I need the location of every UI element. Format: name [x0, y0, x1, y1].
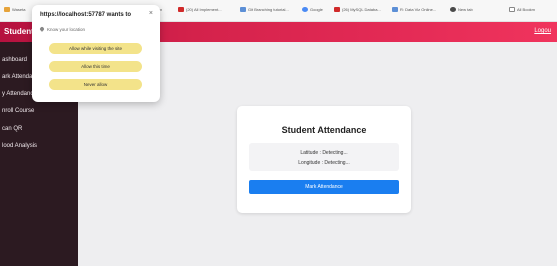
popup-title: https://localhost:57787 wants to [40, 12, 132, 18]
bookmark-icon [392, 7, 398, 12]
location-box: Latitude : Detecting... Longitude : Dete… [249, 143, 399, 171]
sidebar-item-mood-analysis[interactable]: lood Analysis [2, 143, 37, 149]
bookmark-item[interactable]: Waseta [4, 7, 25, 12]
youtube-icon [334, 7, 340, 12]
never-allow-button[interactable]: Never allow [49, 79, 142, 90]
logout-link[interactable]: Logou [534, 28, 551, 34]
allow-this-time-button[interactable]: Allow this time [49, 61, 142, 72]
latitude-text: Latitude : Detecting... [300, 150, 348, 156]
mark-attendance-button[interactable]: Mark Attendance [249, 180, 399, 194]
bookmark-item[interactable]: New tab [450, 7, 473, 12]
card-title: Student Attendance [281, 125, 367, 135]
longitude-text: Longitude : Detecting... [298, 160, 350, 166]
youtube-icon [178, 7, 184, 12]
globe-icon [450, 7, 456, 12]
bookmark-item[interactable]: (20) All Implement... [178, 7, 222, 12]
sidebar-item-enroll-course[interactable]: nroll Course [2, 108, 34, 114]
bookmark-icon [240, 7, 246, 12]
popup-subtitle: Know your location [40, 27, 85, 32]
bookmark-item[interactable]: Google [302, 7, 323, 12]
bookmark-item[interactable]: R: Data Viz Online... [392, 7, 436, 12]
sidebar-item-dashboard[interactable]: ashboard [2, 57, 27, 63]
location-pin-icon [40, 27, 44, 32]
google-icon [302, 7, 308, 12]
folder-icon [509, 7, 515, 12]
allow-while-visiting-button[interactable]: Allow while visiting the site [49, 43, 142, 54]
sidebar-item-scan-qr[interactable]: can QR [2, 126, 22, 132]
bookmark-item[interactable]: Git Branching tutorial... [240, 7, 289, 12]
bookmark-item[interactable]: All Bookm [509, 7, 535, 12]
location-permission-popup: https://localhost:57787 wants to × Know … [32, 5, 160, 102]
bookmark-item[interactable]: (26) MySQL Databa... [334, 7, 381, 12]
close-icon[interactable]: × [149, 10, 153, 17]
attendance-card: Student Attendance Latitude : Detecting.… [237, 106, 411, 213]
bookmark-icon [4, 7, 10, 12]
